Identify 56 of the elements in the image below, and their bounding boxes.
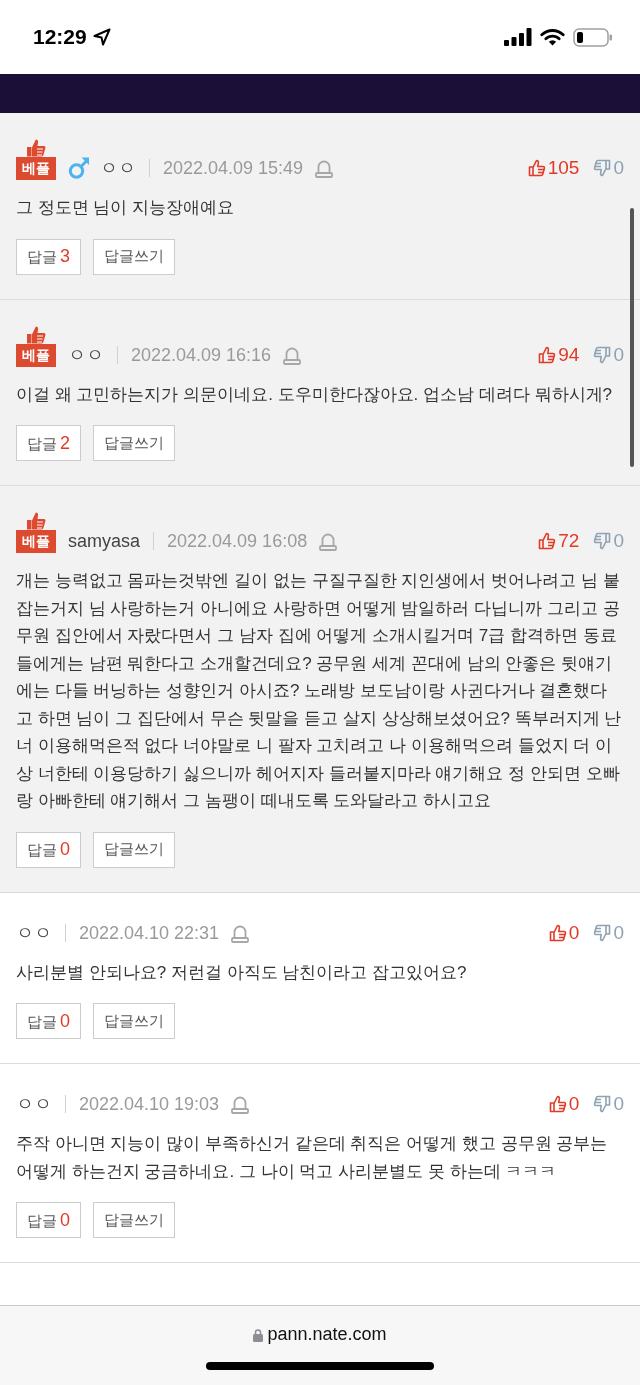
like-button[interactable]: 94: [538, 342, 580, 367]
thumbs-down-icon: [593, 345, 612, 364]
author-name[interactable]: samyasa: [68, 529, 141, 553]
replies-button[interactable]: 답글 0: [16, 831, 81, 868]
siren-icon[interactable]: [231, 1094, 250, 1114]
thumbs-down-icon: [593, 923, 612, 942]
thumbs-up-icon: [548, 1095, 567, 1113]
comment-date: 2022.04.09 16:08: [167, 530, 308, 553]
write-reply-button[interactable]: 답글쓰기: [93, 1202, 175, 1238]
comment-date: 2022.04.10 22:31: [79, 921, 220, 945]
thumbs-up-icon: [538, 532, 557, 550]
replies-button[interactable]: 답글 3: [16, 238, 81, 275]
write-reply-button[interactable]: 답글쓰기: [93, 831, 175, 868]
battery-icon: [573, 27, 613, 47]
write-reply-button[interactable]: 답글쓰기: [93, 1003, 175, 1039]
replies-button[interactable]: 답글 2: [16, 425, 81, 461]
write-reply-button[interactable]: 답글쓰기: [93, 238, 175, 275]
lock-icon: [253, 1327, 264, 1342]
siren-icon[interactable]: [319, 531, 338, 551]
comment-text: 이걸 왜 고민하는지가 의문이네요. 도우미한다잖아요. 업소남 데려다 뭐하시게?: [16, 383, 613, 406]
siren-icon[interactable]: [315, 158, 334, 178]
like-button[interactable]: 0: [548, 920, 580, 945]
wifi-icon: [540, 28, 565, 46]
thumbs-up-icon: [527, 159, 546, 177]
comment-text: 사리분별 안되나요? 저런걸 아직도 남친이라고 잡고있어요?: [16, 961, 468, 984]
thumbs-up-icon: [548, 923, 567, 942]
thumbs-down-icon: [593, 532, 612, 550]
replies-button[interactable]: 답글 0: [16, 1202, 81, 1238]
author-name[interactable]: ㅇㅇ: [100, 156, 136, 180]
author-name[interactable]: ㅇㅇ: [16, 1092, 52, 1116]
comment-date: 2022.04.09 16:16: [131, 343, 272, 367]
comment-date: 2022.04.10 19:03: [79, 1093, 220, 1116]
thumbs-up-icon: [26, 324, 46, 344]
author-name[interactable]: ㅇㅇ: [68, 342, 104, 367]
thumbs-down-icon: [593, 159, 612, 177]
comment-text: 개는 능력없고 몸파는것밖엔 길이 없는 구질구질한 지인생에서 벗어나려고 님 붙잡는거지 님 사랑하는거 아니에요 사랑하면 어떻게 밤일하러 다닙니까 그리고 공무원 집안에서 자랐다면서 그 남자 집에 어떻게 소개시킬거며 7급 합격하면 동료들에게는 남편 뭐한다고 소개할건데요? 공무원 세계 꼰대에 남의 안좋은 뒷얘기에는 다들 버닝하는 성향인거 아시죠? 노래방 보도남이랑 사귄다거나 결혼했다고 하면 님이 그 집단에서 무슨 뒷말을 듣고 살지 상상해보셨어요? 똑부러지게 난 너 이용해먹은적 없다 너야말로 니 팔자 고치려고 나 이용해먹으려 들었지 더 이상 너한테 이용당하기 싫으니까 헤어지자 들러붙지마라 얘기해요 정 안되면 오빠랑 아빠한테 얘기해서 그 놈팽이 떼내도록 도와달라고 하시고요: [16, 570, 623, 812]
comment-text: 주작 아니면 지능이 많이 부족하신거 같은데 취직은 어떻게 했고 공무원 공부는 어떻게 하는건지 궁금하네요. 그 나이 먹고 사리분별도 못 하는데 ㅋㅋㅋ: [16, 1133, 609, 1183]
author-name[interactable]: ㅇㅇ: [16, 920, 52, 945]
signal-icon: [504, 28, 532, 46]
write-reply-button[interactable]: 답글쓰기: [93, 425, 175, 461]
replies-button[interactable]: 답글 0: [16, 1003, 81, 1039]
best-badge: 베플: [16, 530, 56, 553]
url-text[interactable]: pann.nate.com: [267, 1324, 387, 1345]
thumbs-up-icon: [26, 138, 46, 157]
comment-text: 그 정도면 님이 지능장애예요: [16, 197, 236, 219]
best-badge: 베플: [16, 343, 56, 367]
thumbs-up-icon: [26, 511, 46, 530]
like-button[interactable]: 72: [538, 529, 580, 553]
thumbs-up-icon: [538, 345, 557, 364]
status-time: 12:29: [33, 25, 87, 49]
best-badge: 베플: [16, 157, 56, 180]
location-arrow-icon: [92, 28, 111, 46]
like-button[interactable]: 105: [527, 156, 580, 180]
like-button[interactable]: 0: [548, 1092, 580, 1116]
comment-date: 2022.04.09 15:49: [163, 157, 304, 180]
thumbs-down-icon: [593, 1095, 612, 1113]
